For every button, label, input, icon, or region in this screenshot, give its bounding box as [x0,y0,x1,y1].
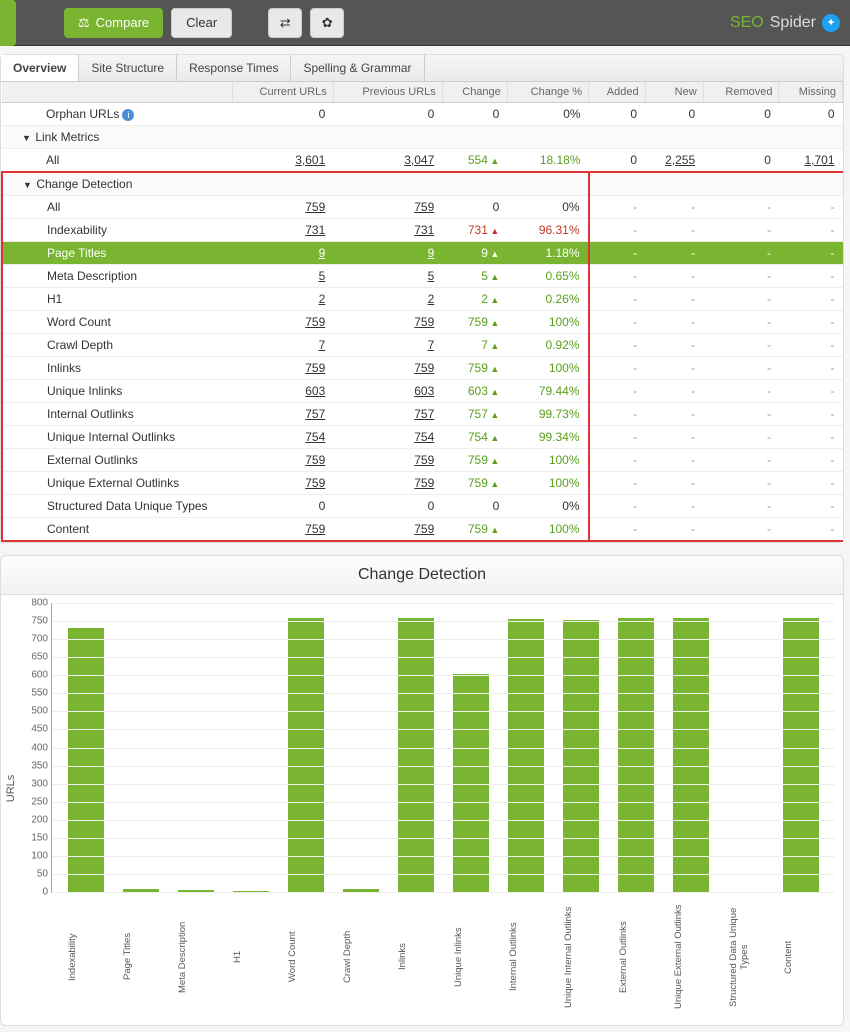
left-green-button[interactable] [0,0,16,46]
xlabel: Word Count [287,897,323,1017]
ytick: 50 [22,868,48,879]
col-header[interactable]: Missing [779,82,843,103]
ytick: 350 [22,760,48,771]
table-row[interactable]: All75975900%---- [2,196,843,219]
bar [68,628,104,892]
table-row[interactable]: Content759759759100%---- [2,518,843,542]
bar [673,618,709,892]
col-header[interactable]: Change % [507,82,588,103]
table-row[interactable]: Crawl Depth7770.92%---- [2,334,843,357]
ytick: 150 [22,832,48,843]
table-row[interactable]: H12220.26%---- [2,288,843,311]
col-header[interactable]: New [645,82,703,103]
swap-button[interactable]: ⇄ [268,8,302,38]
compare-button[interactable]: ⚖ Compare [64,8,163,38]
xlabel: Meta Description [177,897,213,1017]
ytick: 600 [22,670,48,681]
overview-table: Current URLsPrevious URLsChangeChange %A… [1,82,843,542]
clear-label: Clear [186,15,217,30]
xlabel: Content [783,897,819,1017]
table-row[interactable]: Indexability73173173196.31%---- [2,219,843,242]
ytick: 200 [22,814,48,825]
col-header[interactable]: Removed [703,82,779,103]
bar [783,618,819,892]
tab-response-times[interactable]: Response Times [177,55,291,81]
main-toolbar: ⚖ Compare Clear ⇄ ✿ SEO Spider ✦ [0,0,850,46]
ytick: 0 [22,887,48,898]
gear-icon: ✿ [322,15,333,31]
chart-plot: 0501001502002503003504004505005506006507… [51,603,835,893]
tab-overview[interactable]: Overview [1,55,79,81]
overview-panel: OverviewSite StructureResponse TimesSpel… [0,54,844,543]
swap-icon: ⇄ [280,15,291,31]
col-header[interactable]: Added [589,82,646,103]
bar [508,619,544,892]
xlabel: Structured Data Unique Types [728,897,764,1017]
xlabel: External Outlinks [618,897,654,1017]
brand-spider: Spider [770,14,816,32]
chart-ylabel: URLs [5,775,17,803]
table-row[interactable]: All3,6013,04755418.18%02,25501,701 [2,149,843,173]
tabs: OverviewSite StructureResponse TimesSpel… [1,55,843,82]
xlabel: Unique Internal Outlinks [563,897,599,1017]
twitter-icon[interactable]: ✦ [822,14,840,32]
ytick: 700 [22,634,48,645]
ytick: 800 [22,598,48,609]
xlabel: Unique External Outlinks [673,897,709,1017]
table-row[interactable]: Word Count759759759100%---- [2,311,843,334]
ytick: 650 [22,652,48,663]
table-row[interactable]: Meta Description5550.65%---- [2,265,843,288]
table-row[interactable]: Orphan URLsi0000%0000 [2,103,843,126]
info-icon[interactable]: i [122,109,134,121]
caret-icon [22,130,32,144]
chart-title: Change Detection [1,556,843,595]
compare-label: Compare [96,15,149,30]
table-row[interactable]: Change Detection [2,172,843,196]
bar [563,620,599,892]
xlabel: Internal Outlinks [508,897,544,1017]
brand-seo: SEO [730,14,764,32]
scales-icon: ⚖ [78,15,90,31]
table-row[interactable]: Structured Data Unique Types0000%---- [2,495,843,518]
caret-icon [23,177,33,191]
table-row[interactable]: External Outlinks759759759100%---- [2,449,843,472]
col-header[interactable] [2,82,232,103]
col-header[interactable]: Change [442,82,507,103]
ytick: 500 [22,706,48,717]
bar [398,618,434,892]
ytick: 100 [22,850,48,861]
ytick: 250 [22,796,48,807]
ytick: 400 [22,742,48,753]
ytick: 300 [22,778,48,789]
table-row[interactable]: Unique External Outlinks759759759100%---… [2,472,843,495]
xlabel: Page Titles [122,897,158,1017]
table-row[interactable]: Inlinks759759759100%---- [2,357,843,380]
ytick: 750 [22,616,48,627]
xlabel: Inlinks [397,897,433,1017]
xlabel: H1 [232,897,268,1017]
table-row[interactable]: Page Titles9991.18%---- [2,242,843,265]
table-row[interactable]: Unique Internal Outlinks75475475499.34%-… [2,426,843,449]
xlabel: Crawl Depth [342,897,378,1017]
tab-site-structure[interactable]: Site Structure [79,55,177,81]
bar [618,618,654,892]
brand: SEO Spider ✦ [730,14,840,32]
col-header[interactable]: Previous URLs [333,82,442,103]
table-row[interactable]: Link Metrics [2,126,843,149]
clear-button[interactable]: Clear [171,8,232,38]
col-header[interactable]: Current URLs [232,82,333,103]
bar [288,618,324,892]
table-row[interactable]: Internal Outlinks75775775799.73%---- [2,403,843,426]
tab-spelling-grammar[interactable]: Spelling & Grammar [291,55,424,81]
table-row[interactable]: Unique Inlinks60360360379.44%---- [2,380,843,403]
chart-xlabels: Indexability Page Titles Meta Description H… [51,893,835,1017]
ytick: 550 [22,688,48,699]
ytick: 450 [22,724,48,735]
xlabel: Unique Inlinks [453,897,489,1017]
xlabel: Indexability [67,897,103,1017]
settings-button[interactable]: ✿ [310,8,344,38]
chart-panel: Change Detection URLs 050100150200250300… [0,555,844,1026]
